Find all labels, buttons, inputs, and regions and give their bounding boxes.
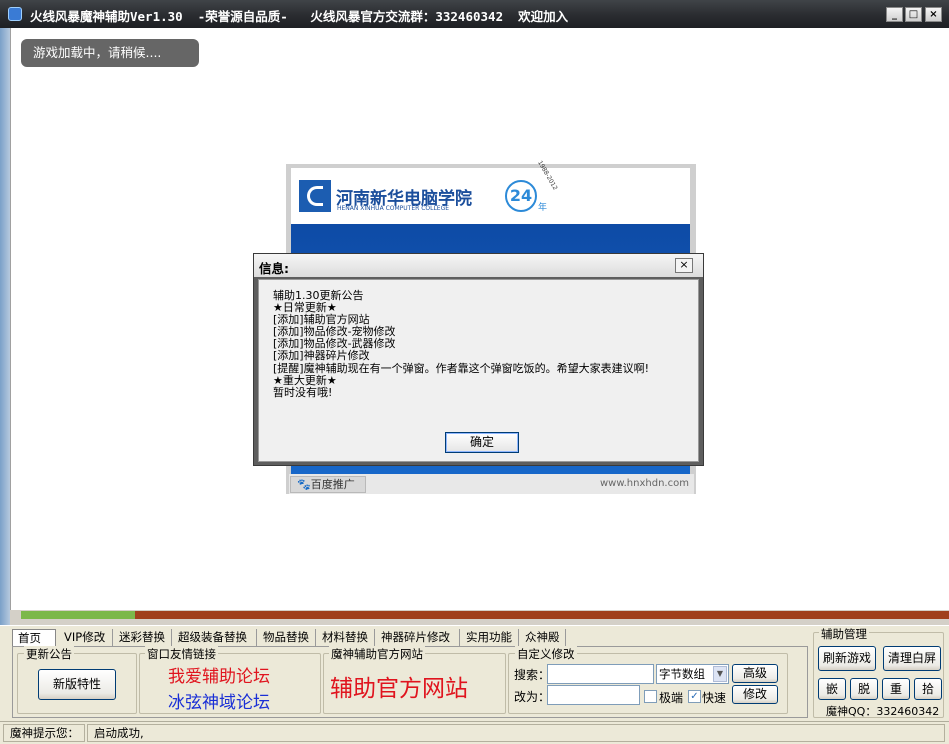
tab-pantheon[interactable]: 众神殿 [520,629,566,646]
tab-utilities[interactable]: 实用功能 [461,629,519,646]
status-label: 魔神提示您： [3,724,85,742]
tab-camo[interactable]: 迷彩替换 [114,629,172,646]
loading-toast: 游戏加载中，请稍候.... [21,39,199,67]
anniversary-badge: 24 [505,180,537,212]
tab-vip[interactable]: VIP修改 [59,629,113,646]
forum-link-1[interactable]: 我爱辅助论坛 [168,662,270,687]
info-dialog: 信息: × 辅助1.30更新公告 ★日常更新★ [添加]辅助官方网站 [添加]物… [253,253,704,466]
byte-type-select[interactable]: 字节数组 ▼ [656,664,729,684]
capture-button[interactable]: 拾 [914,678,942,700]
window-title: 火线风暴魔神辅助Ver1.30 -荣誉源自品质- 火线风暴官方交流群：33246… [30,9,569,24]
anniversary-suffix: 年 [538,203,548,213]
embed-button[interactable]: 嵌 [818,678,846,700]
refresh-game-button[interactable]: 刷新游戏 [818,646,876,671]
dialog-titlebar[interactable]: 信息: × [254,254,703,277]
dialog-body: 辅助1.30更新公告 ★日常更新★ [添加]辅助官方网站 [添加]物品修改-宠物… [258,279,699,462]
forum-link-2[interactable]: 冰弦神域论坛 [168,688,270,713]
maximize-button[interactable]: □ [905,7,922,22]
search-input[interactable] [547,664,654,684]
ok-button[interactable]: 确定 [445,432,519,453]
clear-whitescreen-button[interactable]: 清理白屏 [883,646,941,671]
change-label: 改为： [514,690,551,704]
tab-home[interactable]: 首页 [12,629,56,646]
fast-label: 快速 [702,691,727,705]
progress-fill [21,611,136,619]
tab-items[interactable]: 物品替换 [258,629,316,646]
new-features-button[interactable]: 新版特性 [38,669,116,700]
minimize-button[interactable]: _ [886,7,903,22]
manage-group-title: 辅助管理 [819,626,869,642]
fast-checkbox[interactable]: ✓ [688,690,701,703]
search-label: 搜索： [514,668,551,682]
reload-button[interactable]: 重 [882,678,910,700]
app-icon [8,7,22,21]
dialog-title: 信息: [259,261,289,276]
links-group-title: 窗口友情链接 [145,646,218,662]
extreme-label: 极端 [659,691,684,705]
tab-super-gear[interactable]: 超级装备替换 [173,629,257,646]
extreme-checkbox[interactable] [644,690,657,703]
tab-artifact[interactable]: 神器碎片修改 [376,629,460,646]
baidu-promo-link[interactable]: 🐾百度推广 [290,476,366,493]
modify-button[interactable]: 修改 [732,685,778,704]
status-bar: 魔神提示您： 启动成功, [0,721,949,744]
advanced-button[interactable]: 高级 [732,664,778,683]
desktop-edge [0,28,10,628]
dialog-message: 辅助1.30更新公告 ★日常更新★ [添加]辅助官方网站 [添加]物品修改-宠物… [273,289,649,399]
news-group-title: 更新公告 [24,646,74,662]
title-bar[interactable]: 火线风暴魔神辅助Ver1.30 -荣誉源自品质- 火线风暴官方交流群：33246… [0,0,949,28]
custom-modify-group-title: 自定义修改 [515,646,577,662]
author-qq: 魔神QQ：332460342 [826,705,940,718]
official-site-group-title: 魔神辅助官方网站 [329,646,425,662]
school-logo-icon [299,180,331,212]
byte-type-value: 字节数组 [659,667,705,681]
change-input[interactable] [547,685,640,705]
ad-school-name-en: HENAN XINHUA COMPUTER COLLEGE [337,205,450,212]
tab-materials[interactable]: 材料替换 [317,629,375,646]
ad-url[interactable]: www.hnxhdn.com [600,478,689,489]
dialog-close-button[interactable]: × [675,258,693,273]
close-button[interactable]: × [925,7,942,22]
chevron-down-icon[interactable]: ▼ [713,666,727,682]
loading-progress-bar [21,611,949,619]
status-message: 启动成功, [87,724,945,742]
detach-button[interactable]: 脱 [850,678,878,700]
official-site-link[interactable]: 辅助官方网站 [330,669,468,703]
